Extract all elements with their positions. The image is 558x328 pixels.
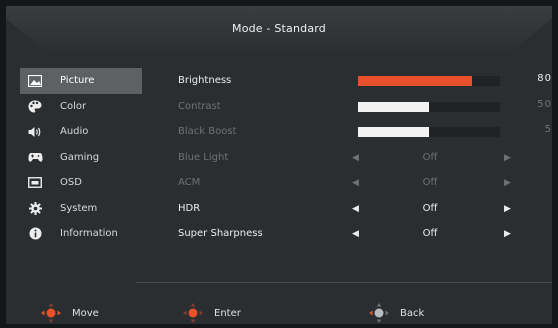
sidebar-item-label: OSD — [60, 177, 82, 189]
sidebar-item-gaming[interactable]: Gaming — [20, 145, 142, 171]
right-arrow-icon: ▶ — [504, 152, 511, 163]
sidebar-item-audio[interactable]: Audio — [20, 119, 142, 145]
setting-black-boost: Black Boost 5 — [170, 119, 552, 145]
setting-super-sharpness[interactable]: Super Sharpness ◀ Off ▶ — [170, 221, 552, 247]
palette-icon — [27, 99, 43, 113]
enter-hint: Enter — [182, 302, 241, 324]
move-label: Move — [72, 307, 99, 319]
setting-label: Contrast — [178, 100, 221, 112]
setting-label: Black Boost — [178, 126, 237, 137]
move-hint: Move — [40, 302, 99, 324]
left-arrow-icon[interactable]: ◀ — [352, 229, 359, 239]
slider-fill — [358, 127, 429, 137]
brightness-slider[interactable] — [358, 76, 500, 86]
gamepad-icon — [27, 150, 43, 164]
setting-label: Blue Light — [178, 151, 229, 163]
setting-option-value: Off — [422, 228, 438, 239]
sidebar-item-system[interactable]: System — [20, 196, 142, 222]
setting-contrast: Contrast 50 — [170, 94, 552, 120]
setting-value: 50 — [537, 98, 552, 110]
setting-blue-light: Blue Light ◀ Off ▶ — [170, 145, 552, 171]
gear-icon — [27, 201, 43, 215]
slider-fill — [358, 101, 429, 112]
setting-label: ACM — [178, 177, 201, 188]
setting-value: 80 — [537, 73, 552, 84]
left-arrow-icon[interactable]: ◀ — [352, 204, 359, 214]
info-icon — [27, 227, 43, 241]
speaker-icon — [27, 125, 43, 139]
setting-acm: ACM ◀ Off ▶ — [170, 170, 552, 196]
black-boost-slider — [358, 127, 500, 137]
setting-option-value: Off — [422, 202, 438, 214]
setting-option-value: Off — [422, 151, 438, 163]
setting-label: Super Sharpness — [178, 228, 263, 239]
sidebar-item-label: Information — [60, 228, 118, 240]
setting-label: Brightness — [178, 75, 232, 86]
back-hint: Back — [368, 302, 424, 324]
setting-label: HDR — [178, 202, 201, 214]
setting-option-value: Off — [422, 177, 438, 188]
footer-hints: Move Enter Back — [6, 282, 552, 324]
sidebar-item-label: Gaming — [60, 151, 100, 163]
settings-list: Brightness 80 Contrast 50 Black Boost 5 … — [170, 68, 552, 247]
sidebar-item-label: Picture — [60, 75, 95, 87]
right-arrow-icon: ▶ — [504, 178, 511, 188]
osd-window-icon — [27, 176, 43, 190]
sidebar-item-color[interactable]: Color — [20, 94, 142, 120]
footer-divider — [136, 282, 552, 283]
navigation-joystick-icon — [41, 303, 61, 323]
left-arrow-icon: ◀ — [352, 178, 359, 188]
sidebar-item-picture[interactable]: Picture — [20, 68, 142, 94]
setting-brightness[interactable]: Brightness 80 — [170, 68, 552, 94]
enter-label: Enter — [214, 307, 241, 319]
setting-hdr[interactable]: HDR ◀ Off ▶ — [170, 196, 552, 222]
mode-title: Mode - Standard — [232, 22, 326, 35]
sidebar-item-osd[interactable]: OSD — [20, 170, 142, 196]
navigation-joystick-icon — [369, 303, 389, 323]
right-arrow-icon[interactable]: ▶ — [504, 204, 511, 214]
sidebar-item-information[interactable]: Information — [20, 221, 142, 247]
left-arrow-icon: ◀ — [352, 152, 359, 163]
contrast-slider — [358, 101, 500, 112]
slider-fill — [358, 76, 472, 86]
setting-value: 5 — [544, 124, 552, 135]
osd-menu: Mode - Standard Picture Color Audio Gami… — [6, 6, 552, 324]
navigation-joystick-icon — [183, 303, 203, 323]
picture-icon — [27, 74, 43, 88]
sidebar-item-label: System — [60, 202, 98, 214]
sidebar-item-label: Audio — [60, 126, 89, 138]
sidebar-item-label: Color — [60, 100, 87, 112]
sidebar: Picture Color Audio Gaming OSD System In… — [20, 68, 142, 247]
back-label: Back — [400, 307, 425, 319]
right-arrow-icon[interactable]: ▶ — [504, 229, 511, 239]
